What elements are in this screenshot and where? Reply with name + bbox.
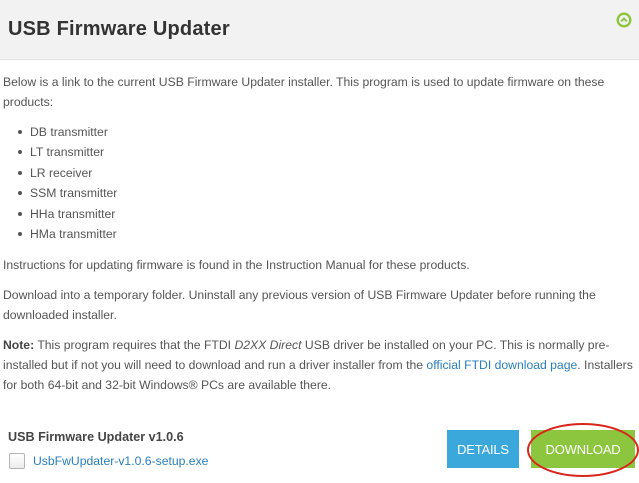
intro-text: Below is a link to the current USB Firmw… xyxy=(3,75,605,109)
product-label: LR receiver xyxy=(30,165,93,180)
file-download-link[interactable]: UsbFwUpdater-v1.0.6-setup.exe xyxy=(33,454,208,468)
list-item: SSM transmitter xyxy=(3,183,117,203)
panel-header: USB Firmware Updater xyxy=(0,0,639,60)
instructions-text: Instructions for updating firmware is fo… xyxy=(3,258,470,272)
details-button[interactable]: DETAILS xyxy=(447,430,519,468)
bullet-icon xyxy=(18,130,22,134)
page-title: USB Firmware Updater xyxy=(8,18,230,40)
driver-note: Note: This program requires that the FTD… xyxy=(3,335,633,395)
list-item: DB transmitter xyxy=(3,122,117,142)
product-label: SSM transmitter xyxy=(30,186,118,201)
bullet-icon xyxy=(18,191,22,196)
list-item: HMa transmitter xyxy=(3,224,117,244)
note-text: This program requires that the FTDI xyxy=(34,338,235,352)
bullet-icon xyxy=(18,150,22,155)
driver-name: D2XX Direct xyxy=(234,338,302,352)
list-item: HHa transmitter xyxy=(3,204,117,224)
note-label: Note: xyxy=(3,338,35,352)
product-list: DB transmitter LT transmitter LR receive… xyxy=(3,122,117,244)
list-item: LT transmitter xyxy=(3,142,117,162)
bullet-icon xyxy=(18,232,22,237)
product-label: HHa transmitter xyxy=(30,206,116,221)
bullet-icon xyxy=(18,211,22,216)
ftdi-download-link[interactable]: official FTDI download page xyxy=(426,358,577,372)
download-note-text: Download into a temporary folder. Uninst… xyxy=(3,288,596,322)
file-title: USB Firmware Updater v1.0.6 xyxy=(8,430,184,444)
product-label: LT transmitter xyxy=(30,145,105,160)
chevron-up-circle-icon[interactable] xyxy=(616,12,632,28)
file-checkbox[interactable] xyxy=(9,453,25,469)
download-highlight-circle xyxy=(527,423,639,477)
bullet-icon xyxy=(18,170,22,175)
product-label: HMa transmitter xyxy=(30,227,117,242)
list-item: LR receiver xyxy=(3,163,117,183)
product-label: DB transmitter xyxy=(30,125,108,139)
